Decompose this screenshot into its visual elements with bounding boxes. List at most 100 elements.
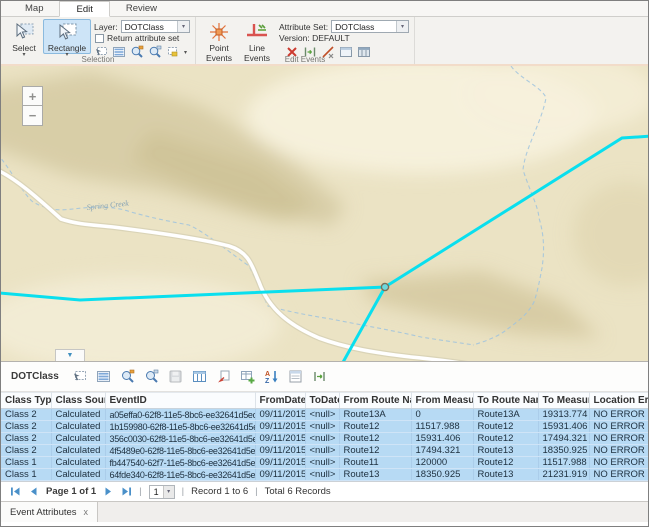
cell-from-measure[interactable]: 120000 [411, 457, 473, 469]
tab-edit[interactable]: Edit [59, 1, 109, 17]
cell-eventid[interactable]: 4f5489e0-62f8-11e5-8bc6-ee32641d5ec9 [105, 445, 255, 457]
measure-brackets-icon[interactable] [312, 369, 327, 384]
cell-class-source[interactable]: Calculated [51, 409, 105, 421]
sort-ascending-icon[interactable]: AZ [264, 369, 279, 384]
col-header-from-measure[interactable]: From Measure [411, 393, 473, 409]
return-attribute-set-checkbox[interactable] [95, 34, 104, 43]
cell-fromdate[interactable]: 09/11/2015 [255, 421, 305, 433]
pan-to-selected-icon[interactable] [144, 369, 159, 384]
attribute-set-combobox[interactable]: DOTClass ▾ [331, 20, 409, 33]
cell-from-route[interactable]: Route12 [339, 445, 411, 457]
cell-eventid[interactable]: 1b159980-62f8-11e5-8bc6-ee32641d5ec9 [105, 421, 255, 433]
cell-location-error[interactable]: NO ERROR [589, 433, 649, 445]
cell-class-source[interactable]: Calculated [51, 469, 105, 481]
cell-to-route[interactable]: Route13 [473, 469, 538, 481]
cell-location-error[interactable]: NO ERROR [589, 445, 649, 457]
zoom-to-selected-icon[interactable] [120, 369, 135, 384]
cell-to-route[interactable]: Route12 [473, 421, 538, 433]
table-row[interactable]: Class 2Calculated1b159980-62f8-11e5-8bc6… [1, 421, 649, 433]
table-row[interactable]: Class 1Calculated64fde340-62f8-11e5-8bc6… [1, 469, 649, 481]
cell-todate[interactable]: <null> [305, 457, 339, 469]
cell-class-source[interactable]: Calculated [51, 433, 105, 445]
tab-event-attributes[interactable]: Event Attributes x [1, 502, 98, 522]
cell-todate[interactable]: <null> [305, 433, 339, 445]
cell-to-measure[interactable]: 15931.406 [538, 421, 589, 433]
cell-to-route[interactable]: Route13 [473, 445, 538, 457]
remove-from-table-icon[interactable] [216, 369, 231, 384]
cell-to-measure[interactable]: 21231.919 [538, 469, 589, 481]
rectangle-select-button[interactable]: Rectangle ▾ [43, 19, 91, 54]
col-header-todate[interactable]: ToDate [305, 393, 339, 409]
col-header-location-error[interactable]: Location Error [589, 393, 649, 409]
layer-combobox[interactable]: DOTClass ▾ [121, 20, 190, 33]
cell-to-route[interactable]: Route12 [473, 457, 538, 469]
line-events-button[interactable]: Line Events [238, 19, 276, 54]
cell-from-measure[interactable]: 15931.406 [411, 433, 473, 445]
cell-location-error[interactable]: NO ERROR [589, 457, 649, 469]
table-row[interactable]: Class 2Calculateda05effa0-62f8-11e5-8bc6… [1, 409, 649, 421]
cell-todate[interactable]: <null> [305, 469, 339, 481]
table-row[interactable]: Class 1Calculatedfb447540-62f7-11e5-8bc6… [1, 457, 649, 469]
cell-eventid[interactable]: 356c0030-62f8-11e5-8bc6-ee32641d5ec9 [105, 433, 255, 445]
cell-eventid[interactable]: a05effa0-62f8-11e5-8bc6-ee32641d5ec9 [105, 409, 255, 421]
cell-todate[interactable]: <null> [305, 445, 339, 457]
page-number-dropdown[interactable]: 1 ▾ [149, 485, 175, 499]
cell-eventid[interactable]: fb447540-62f7-11e5-8bc6-ee32641d5ec9 [105, 457, 255, 469]
switch-table-icon[interactable] [192, 369, 207, 384]
junction-point-marker[interactable] [381, 283, 388, 290]
map-canvas[interactable]: Spring Creek + − ▼ [1, 66, 648, 362]
cell-to-measure[interactable]: 11517.988 [538, 457, 589, 469]
attribute-window-icon[interactable] [288, 369, 303, 384]
cell-todate[interactable]: <null> [305, 421, 339, 433]
cell-from-measure[interactable]: 11517.988 [411, 421, 473, 433]
cell-class-source[interactable]: Calculated [51, 421, 105, 433]
cell-from-measure[interactable]: 0 [411, 409, 473, 421]
layer-combobox-arrow-icon[interactable]: ▾ [177, 21, 189, 32]
cell-class-type[interactable]: Class 2 [1, 421, 51, 433]
last-page-icon[interactable] [121, 486, 132, 497]
cell-from-route[interactable]: Route13A [339, 409, 411, 421]
cell-class-type[interactable]: Class 2 [1, 409, 51, 421]
next-page-icon[interactable] [103, 486, 114, 497]
cell-location-error[interactable]: NO ERROR [589, 421, 649, 433]
cell-class-type[interactable]: Class 1 [1, 469, 51, 481]
cell-from-route[interactable]: Route11 [339, 457, 411, 469]
cell-class-type[interactable]: Class 2 [1, 445, 51, 457]
add-to-table-icon[interactable] [240, 369, 255, 384]
attribute-set-combobox-arrow-icon[interactable]: ▾ [396, 21, 408, 32]
cell-fromdate[interactable]: 09/11/2015 [255, 469, 305, 481]
point-events-button[interactable]: Point Events [200, 19, 238, 54]
cell-from-route[interactable]: Route13 [339, 469, 411, 481]
cell-class-type[interactable]: Class 1 [1, 457, 51, 469]
save-edits-icon[interactable] [168, 369, 183, 384]
cell-to-measure[interactable]: 17494.321 [538, 433, 589, 445]
cell-from-route[interactable]: Route12 [339, 421, 411, 433]
col-header-to-measure[interactable]: To Measure [538, 393, 589, 409]
cell-location-error[interactable]: NO ERROR [589, 409, 649, 421]
select-button[interactable]: Select ▾ [5, 19, 43, 54]
cell-fromdate[interactable]: 09/11/2015 [255, 445, 305, 457]
cell-from-measure[interactable]: 17494.321 [411, 445, 473, 457]
zoom-in-button[interactable]: + [22, 86, 43, 106]
col-header-fromdate[interactable]: FromDate [255, 393, 305, 409]
col-header-eventid[interactable]: EventID [105, 393, 255, 409]
col-header-to-route-name[interactable]: To Route Name [473, 393, 538, 409]
cell-from-measure[interactable]: 18350.925 [411, 469, 473, 481]
cell-fromdate[interactable]: 09/11/2015 [255, 409, 305, 421]
table-collapse-button[interactable]: ▼ [55, 349, 85, 361]
previous-page-icon[interactable] [28, 486, 39, 497]
cell-to-measure[interactable]: 18350.925 [538, 445, 589, 457]
page-number-dropdown-arrow-icon[interactable]: ▾ [163, 486, 174, 498]
cell-from-route[interactable]: Route12 [339, 433, 411, 445]
cell-class-source[interactable]: Calculated [51, 457, 105, 469]
col-header-class-type[interactable]: Class Type [1, 393, 51, 409]
show-selected-rows-icon[interactable] [96, 369, 111, 384]
select-records-icon[interactable] [72, 369, 87, 384]
zoom-out-button[interactable]: − [22, 106, 43, 126]
tab-map[interactable]: Map [9, 1, 59, 16]
cell-fromdate[interactable]: 09/11/2015 [255, 433, 305, 445]
cell-eventid[interactable]: 64fde340-62f8-11e5-8bc6-ee32641d5ec9 [105, 469, 255, 481]
first-page-icon[interactable] [10, 486, 21, 497]
cell-to-route[interactable]: Route12 [473, 433, 538, 445]
cell-fromdate[interactable]: 09/11/2015 [255, 457, 305, 469]
